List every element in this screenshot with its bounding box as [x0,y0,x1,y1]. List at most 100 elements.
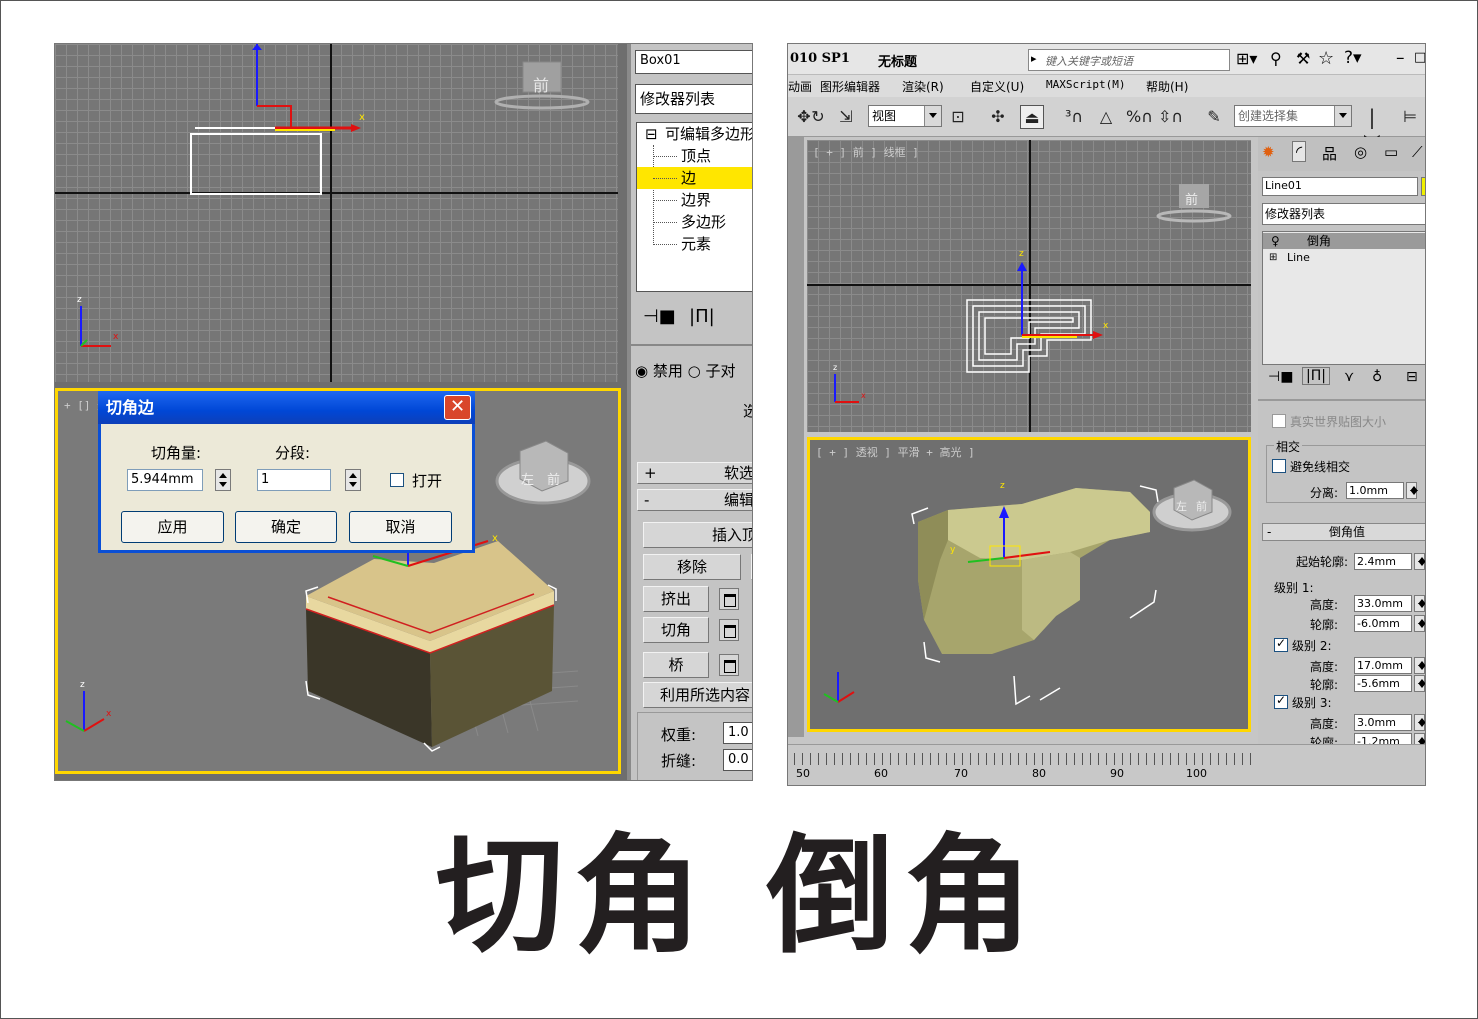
menu-customize[interactable]: 自定义(U) [970,78,1024,95]
separation-spinner[interactable] [1406,482,1418,499]
level2-height-field[interactable]: 17.0mm [1354,657,1412,674]
menu-help[interactable]: 帮助(H) [1146,78,1188,95]
expand-icon[interactable]: ⊞ [1269,250,1277,266]
reference-coord-dropdown[interactable]: 视图 [868,105,942,127]
segments-field[interactable]: 1 [257,469,331,491]
bridge-button[interactable]: 桥 [643,652,709,678]
timeline[interactable]: 50 60 70 80 90 100 [788,744,1425,785]
motion-tab-icon[interactable]: ◎ [1354,143,1367,161]
separation-field[interactable]: 1.0mm [1346,482,1404,499]
stack-root[interactable]: ⊟ 可编辑多边形 [637,123,752,145]
align-icon[interactable]: ⊨ [1398,105,1422,129]
start-outline-field[interactable]: 2.4mm [1354,553,1412,570]
chamfer-settings-icon[interactable] [719,619,739,641]
angle-snap-icon[interactable]: △ [1094,105,1118,129]
modifier-stack[interactable]: ⊟ 可编辑多边形 顶点 边 边界 多边形 元素 [636,122,752,292]
object-color-swatch[interactable] [1421,177,1425,196]
chamfer-button[interactable]: 切角 [643,617,709,643]
show-end-result-icon[interactable]: |Π| [1302,367,1330,385]
amount-spinner[interactable] [215,469,231,491]
avoid-intersect-checkbox[interactable] [1272,459,1286,473]
search-box[interactable]: ▸ 键入关键字或短语 [1028,49,1230,71]
real-world-map-checkbox[interactable] [1272,414,1286,428]
stack-item-border[interactable]: 边界 [637,189,752,211]
bridge-settings-icon[interactable] [719,654,739,676]
help-icon[interactable]: ?▾ [1344,48,1362,68]
menu-graph-editors[interactable]: 图形编辑器 [820,78,880,95]
level2-height-spinner[interactable] [1414,657,1425,674]
spinner-snap-icon[interactable]: ⇳∩ [1158,105,1183,129]
stack-item-element[interactable]: 元素 [637,233,752,255]
level1-height-spinner[interactable] [1414,595,1425,612]
perspective-viewport[interactable]: [ + ] 透视 ] 平滑 + 高光 ] z y 左 前 [807,437,1251,732]
named-selection-dropdown[interactable]: 创建选择集 [1234,105,1352,127]
key-icon[interactable]: ⚲ [1270,49,1282,68]
rollout-bevel-values[interactable]: - 倒角值 [1262,523,1425,541]
radio-off-icon[interactable]: ○ [688,362,701,380]
extrude-settings-icon[interactable] [719,588,739,610]
apply-button[interactable]: 应用 [121,511,224,543]
front-viewport[interactable]: [ + ] 前 ] 线框 ] x z z x 前 [807,140,1251,432]
stack-item-bevel[interactable]: ♀ 倒角 [1263,233,1425,249]
use-selection-button[interactable]: 利用所选内容 [643,682,752,708]
close-icon[interactable]: ✕ [444,395,471,420]
tools-icon[interactable]: ⚒ [1296,49,1310,68]
configure-icon[interactable]: ⊟ [1406,369,1418,385]
keyboard-shortcut-icon[interactable]: ⏏ [1020,105,1044,129]
extrude-button[interactable]: 挤出 [643,586,709,612]
start-outline-spinner[interactable] [1414,553,1425,570]
menu-maxscript[interactable]: MAXScript(M) [1046,78,1125,91]
level3-checkbox[interactable] [1274,693,1288,709]
level3-height-spinner[interactable] [1414,714,1425,731]
display-tab-icon[interactable]: ▭ [1384,143,1398,161]
dialog-titlebar[interactable]: 切角边 ✕ [98,391,475,424]
level2-outline-spinner[interactable] [1414,675,1425,692]
level3-height-field[interactable]: 3.0mm [1354,714,1412,731]
snap-toggle-icon[interactable]: ³∩ [1062,105,1086,129]
cancel-button[interactable]: 取消 [349,511,452,543]
binoculars-icon[interactable]: ⊞▾ [1236,49,1257,68]
restore-icon[interactable]: □ [1414,50,1425,65]
stack-item-vertex[interactable]: 顶点 [637,145,752,167]
pin-stack-icon[interactable]: ⊣■ [643,306,676,327]
rotate-icon[interactable]: ↻ [806,105,830,129]
modify-tab-icon[interactable]: ◜ [1292,141,1307,162]
weight-field[interactable]: 1.0 [723,722,752,744]
stack-item-line[interactable]: ⊞ Line [1263,250,1425,266]
open-checkbox[interactable] [390,473,404,487]
stack-item-polygon[interactable]: 多边形 [637,211,752,233]
modifier-list-dropdown[interactable]: 修改器列表 [1262,203,1425,225]
create-tab-icon[interactable]: ✹ [1262,143,1275,161]
level1-height-field[interactable]: 33.0mm [1354,595,1412,612]
insert-vertex-button[interactable]: 插入顶 [643,522,752,548]
remove-modifier-icon[interactable]: ♁ [1372,369,1382,385]
modifier-stack[interactable]: ♀ 倒角 ⊞ Line [1262,231,1425,365]
edit-named-selection-icon[interactable]: ✎ [1202,105,1226,129]
front-viewport[interactable]: x z x 前 [55,44,618,382]
star-icon[interactable]: ☆ [1318,48,1334,69]
soft-sel-radio-group[interactable]: ◉ 禁用 ○ 子对 [635,360,736,381]
menu-animation[interactable]: 动画 [788,78,812,95]
show-end-result-icon[interactable]: |Π| [689,306,715,327]
ok-button[interactable]: 确定 [235,511,337,543]
level2-outline-field[interactable]: -5.6mm [1354,675,1412,692]
collapse-icon[interactable]: ⊟ [645,123,658,145]
amount-field[interactable]: 5.944mm [127,469,203,491]
level1-outline-field[interactable]: -6.0mm [1354,615,1412,632]
crease-field[interactable]: 0.0 [723,749,752,771]
level1-outline-spinner[interactable] [1414,615,1425,632]
radio-on-icon[interactable]: ◉ [635,362,648,380]
scale-icon[interactable]: ⇲ [834,105,858,129]
minimize-icon[interactable]: – [1396,48,1405,68]
pin-stack-icon[interactable]: ⊣■ [1268,369,1293,385]
make-unique-icon[interactable]: ⋎ [1344,369,1354,385]
object-name-field[interactable]: Box01 [635,50,752,74]
hierarchy-tab-icon[interactable]: 品 [1322,143,1337,164]
object-name-field[interactable]: Line01 [1262,177,1418,196]
segments-spinner[interactable] [345,469,361,491]
level2-checkbox[interactable] [1274,636,1288,652]
modifier-list-dropdown[interactable]: 修改器列表 [635,84,752,114]
stack-item-edge[interactable]: 边 [637,167,752,189]
utilities-tab-icon[interactable]: ⟋ [1412,143,1423,161]
mirror-icon[interactable]: |⋈ [1360,105,1384,153]
